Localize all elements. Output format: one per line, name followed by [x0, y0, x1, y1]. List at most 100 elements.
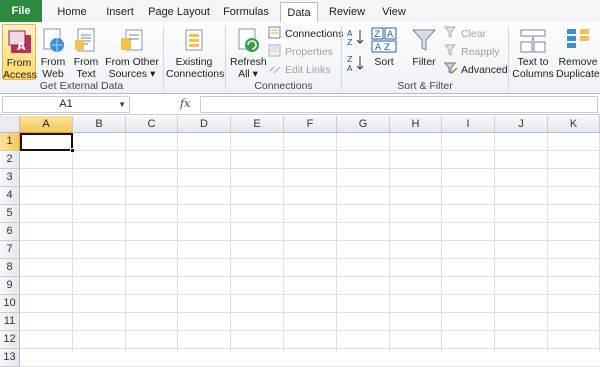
- formula-bar: A1 ▼ fx: [0, 94, 600, 115]
- tab-formulas[interactable]: Formulas: [218, 2, 274, 23]
- row-header[interactable]: 3: [0, 169, 20, 187]
- tab-insert[interactable]: Insert: [98, 2, 142, 23]
- connections-button[interactable]: Connections: [268, 26, 343, 42]
- row-header[interactable]: 10: [0, 295, 20, 313]
- svg-text:A Z: A Z: [375, 43, 390, 53]
- connections-list-icon: [180, 26, 208, 54]
- row-header[interactable]: 7: [0, 241, 20, 259]
- formula-input[interactable]: [200, 96, 598, 113]
- gridline: [125, 133, 126, 352]
- advanced-filter-button[interactable]: Advanced: [443, 62, 508, 78]
- gridline: [230, 133, 231, 352]
- column-header[interactable]: I: [442, 116, 495, 133]
- group-connections: Refresh All ▾ Connections Properties Edi…: [226, 22, 343, 94]
- gridline: [20, 186, 600, 187]
- svg-text:A: A: [347, 29, 353, 38]
- row-header[interactable]: 9: [0, 277, 20, 295]
- access-database-icon: A: [5, 27, 33, 55]
- tab-page-layout[interactable]: Page Layout: [146, 2, 212, 23]
- group-label-get-external-data: Get External Data: [39, 80, 124, 92]
- column-header[interactable]: D: [178, 116, 231, 133]
- gridline: [20, 222, 600, 223]
- gridline: [494, 133, 495, 352]
- column-header[interactable]: C: [126, 116, 178, 133]
- text-to-columns-icon: [519, 26, 547, 54]
- tab-view[interactable]: View: [376, 2, 412, 23]
- gridline: [20, 348, 600, 349]
- group-sort-filter: AZ ZA ZAA Z Sort Filter Clear Reapply Ad…: [342, 22, 508, 94]
- clear-filter-button[interactable]: Clear: [443, 26, 486, 42]
- tab-home[interactable]: Home: [50, 2, 94, 23]
- text-file-icon: [72, 26, 100, 54]
- column-header[interactable]: E: [231, 116, 284, 133]
- refresh-all-button[interactable]: Refresh All ▾: [230, 24, 267, 80]
- gridline: [20, 258, 600, 259]
- gridline: [283, 133, 284, 352]
- sort-a-to-z-icon: AZ: [346, 28, 366, 47]
- row-header[interactable]: 11: [0, 313, 20, 331]
- filter-funnel-icon: [410, 26, 438, 54]
- properties-button[interactable]: Properties: [268, 44, 333, 60]
- worksheet-grid[interactable]: ABCDEFGHIJK 1 2 3 4 5 6 7 8 9 10 11 12 13: [0, 116, 600, 367]
- reapply-filter-button[interactable]: Reapply: [443, 44, 500, 60]
- gridline: [20, 240, 600, 241]
- edit-links-icon: [268, 62, 282, 75]
- ribbon-tab-bar: File Home Insert Page Layout Formulas Da…: [0, 0, 600, 24]
- connections-icon: [268, 26, 282, 39]
- other-sources-icon: [118, 26, 146, 54]
- chevron-down-icon[interactable]: ▼: [118, 97, 126, 112]
- remove-duplicates-icon: [564, 26, 592, 54]
- tab-data[interactable]: Data: [280, 2, 318, 24]
- gridline: [72, 133, 73, 352]
- web-globe-icon: [39, 26, 67, 54]
- row-header[interactable]: 5: [0, 205, 20, 223]
- sort-icon: ZA A Z: [370, 26, 398, 54]
- tab-review[interactable]: Review: [324, 2, 370, 23]
- from-other-sources-button[interactable]: From Other Sources ▾: [104, 24, 160, 80]
- group-label-connections: Connections: [254, 80, 313, 92]
- row-header[interactable]: 1: [0, 133, 20, 151]
- properties-icon: [268, 44, 282, 57]
- from-text-button[interactable]: From Text: [70, 24, 102, 80]
- row-header[interactable]: 12: [0, 331, 20, 349]
- fill-handle[interactable]: [70, 148, 75, 153]
- from-access-button[interactable]: A From Access: [2, 24, 37, 81]
- svg-text:Z: Z: [347, 38, 353, 46]
- group-label-sort-filter: Sort & Filter: [397, 80, 453, 92]
- row-header[interactable]: 6: [0, 223, 20, 241]
- column-header[interactable]: K: [548, 116, 600, 133]
- gridline: [20, 276, 600, 277]
- sort-descending-button[interactable]: ZA: [346, 54, 368, 74]
- remove-duplicates-button[interactable]: Remove Duplicates: [556, 24, 600, 80]
- column-header[interactable]: A: [20, 116, 73, 133]
- group-get-external-data: A From Access From Web From Text From Ot…: [0, 22, 163, 94]
- active-cell[interactable]: [20, 133, 75, 153]
- row-header[interactable]: 4: [0, 187, 20, 205]
- gridline: [20, 330, 600, 331]
- advanced-filter-icon: [443, 62, 458, 75]
- name-box[interactable]: A1 ▼: [2, 96, 130, 113]
- sort-button[interactable]: ZAA Z Sort: [370, 24, 398, 80]
- text-to-columns-button[interactable]: Text to Columns: [511, 24, 555, 80]
- insert-function-icon[interactable]: fx: [180, 97, 190, 110]
- sort-ascending-button[interactable]: AZ: [346, 28, 368, 48]
- gridline: [389, 133, 390, 352]
- filter-button[interactable]: Filter: [408, 24, 440, 80]
- column-header[interactable]: H: [390, 116, 442, 133]
- svg-text:Z: Z: [347, 55, 353, 64]
- row-header[interactable]: 2: [0, 151, 20, 169]
- edit-links-button[interactable]: Edit Links: [268, 62, 331, 78]
- existing-connections-button[interactable]: Existing Connections: [166, 24, 224, 80]
- gridline: [20, 168, 600, 169]
- row-header[interactable]: 8: [0, 259, 20, 277]
- column-header[interactable]: F: [284, 116, 337, 133]
- column-header[interactable]: G: [337, 116, 390, 133]
- column-header[interactable]: J: [495, 116, 548, 133]
- gridline: [20, 204, 600, 205]
- select-all-corner[interactable]: [0, 116, 20, 133]
- column-header[interactable]: B: [73, 116, 126, 133]
- gridline: [336, 133, 337, 352]
- from-web-button[interactable]: From Web: [38, 24, 68, 80]
- reapply-icon: [443, 44, 458, 57]
- tab-file[interactable]: File: [0, 0, 42, 23]
